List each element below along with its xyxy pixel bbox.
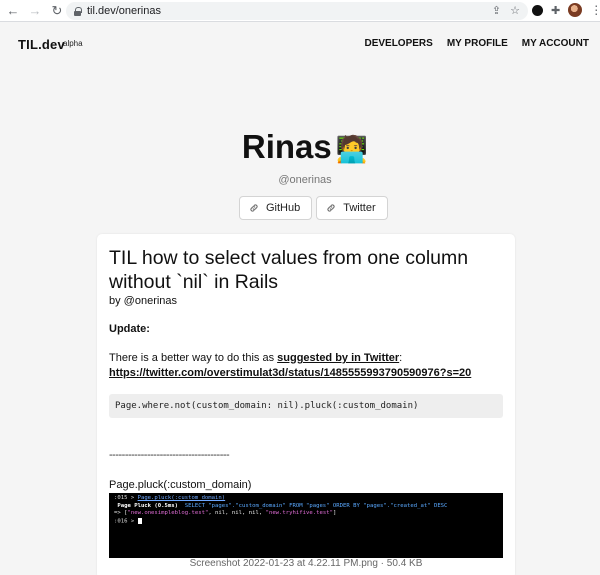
twitter-link-button[interactable]: Twitter bbox=[316, 196, 388, 220]
terminal-cursor bbox=[137, 517, 142, 524]
post-card: TIL how to select values from one column… bbox=[97, 234, 515, 575]
menu-kebab-icon[interactable]: ⋮ bbox=[590, 3, 600, 17]
update-heading: Update: bbox=[109, 323, 150, 335]
terminal-screenshot[interactable]: :015 > Page.pluck(:custom_domain) Page P… bbox=[109, 493, 503, 558]
profile-name-text: Rinas bbox=[241, 128, 332, 165]
image-caption: Screenshot 2022-01-23 at 4.22.11 PM.png … bbox=[189, 558, 423, 569]
share-icon[interactable]: ⇪ bbox=[492, 4, 501, 17]
terminal-result-string-2: "new.tryhifive.test" bbox=[265, 510, 333, 517]
suggested-link[interactable]: suggested by in Twitter bbox=[277, 352, 399, 364]
github-link-button[interactable]: GitHub bbox=[239, 196, 313, 220]
terminal-result-suffix: ] bbox=[332, 510, 337, 517]
profile-handle: @onerinas bbox=[278, 174, 332, 186]
link-icon bbox=[327, 204, 335, 212]
puzzle-icon[interactable]: ✚ bbox=[551, 4, 560, 17]
update-paragraph: There is a better way to do this as sugg… bbox=[109, 351, 505, 381]
para-text: There is a better way to do this as bbox=[109, 352, 278, 364]
url-text: til.dev/onerinas bbox=[87, 5, 161, 17]
github-link-label: GitHub bbox=[266, 202, 301, 214]
terminal-sql: SELECT "pages"."custom_domain" FROM "pag… bbox=[184, 502, 448, 509]
nav-my-account[interactable]: MY ACCOUNT bbox=[522, 38, 589, 49]
terminal-prompt-2: :016 > bbox=[114, 518, 138, 525]
terminal-result-string-1: "new.onesimpleblog.test" bbox=[127, 510, 209, 517]
nav-developers[interactable]: DEVELOPERS bbox=[364, 38, 432, 49]
text-divider: -------------------------------------- bbox=[109, 449, 230, 461]
profile-links: GitHub Twitter bbox=[239, 196, 388, 220]
back-arrow-icon[interactable]: ← bbox=[4, 2, 22, 20]
site-logo[interactable]: TIL.dev bbox=[18, 37, 65, 52]
terminal-sql-label: Page Pluck (0.5ms) bbox=[114, 502, 185, 509]
terminal-result-mid: , nil, nil, nil, bbox=[208, 510, 266, 517]
twitter-status-link[interactable]: https://twitter.com/overstimulat3d/statu… bbox=[109, 367, 471, 379]
browser-toolbar: ← → ↻ til.dev/onerinas ⇪ ☆ ✚ ⋮ bbox=[0, 0, 600, 22]
link-icon bbox=[250, 204, 258, 212]
terminal-result-prefix: => [ bbox=[114, 510, 128, 517]
bookmark-star-icon[interactable]: ☆ bbox=[510, 4, 520, 17]
pluck-label: Page.pluck(:custom_domain) bbox=[109, 479, 252, 491]
forward-arrow-icon[interactable]: → bbox=[26, 2, 44, 20]
technologist-emoji: 🧑‍💻 bbox=[335, 134, 369, 164]
code-block: Page.where.not(custom_domain: nil).pluck… bbox=[109, 394, 503, 418]
post-byline: by @onerinas bbox=[109, 295, 178, 307]
twitter-link-label: Twitter bbox=[343, 202, 376, 214]
profile-name: Rinas 🧑‍💻 bbox=[0, 128, 600, 166]
extension-icon[interactable] bbox=[532, 4, 543, 16]
terminal-prompt: :015 > bbox=[114, 495, 138, 501]
top-navigation: DEVELOPERS MY PROFILE MY ACCOUNT bbox=[364, 38, 589, 49]
para-colon: : bbox=[399, 352, 403, 364]
post-title[interactable]: TIL how to select values from one column… bbox=[109, 246, 505, 294]
reload-icon[interactable]: ↻ bbox=[48, 2, 66, 20]
lock-icon bbox=[74, 6, 82, 16]
nav-my-profile[interactable]: MY PROFILE bbox=[447, 38, 508, 49]
address-bar[interactable]: til.dev/onerinas ⇪ ☆ bbox=[66, 2, 528, 20]
site-header: TIL.dev alpha DEVELOPERS MY PROFILE MY A… bbox=[0, 23, 600, 65]
profile-avatar[interactable] bbox=[568, 3, 583, 17]
terminal-command: Page.pluck(:custom_domain) bbox=[137, 495, 226, 501]
alpha-tag: alpha bbox=[63, 39, 83, 48]
